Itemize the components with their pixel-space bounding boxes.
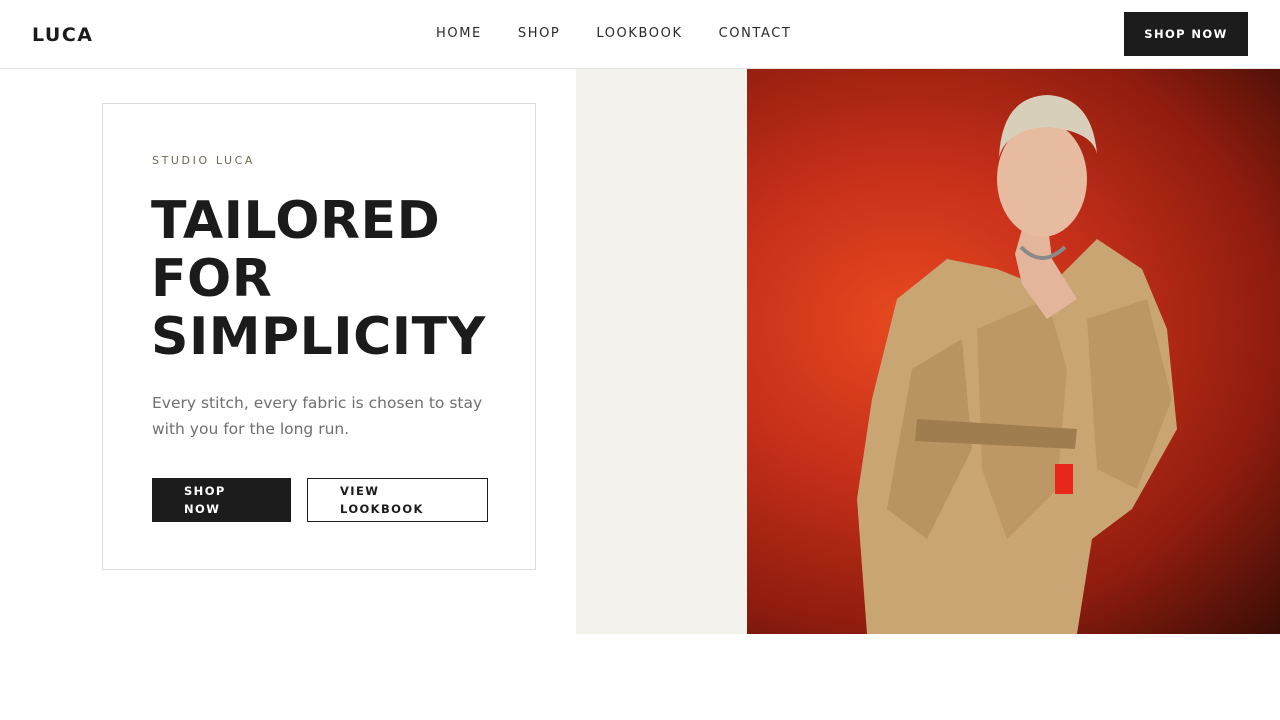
- header-shop-now-button[interactable]: SHOP NOW: [1124, 12, 1248, 56]
- hero-shop-now-button[interactable]: SHOP NOW: [152, 478, 291, 522]
- hero-eyebrow: STUDIO LUCA: [152, 154, 256, 167]
- view-lookbook-button[interactable]: VIEW LOOKBOOK: [307, 478, 488, 522]
- main-nav: HOME SHOP LOOKBOOK CONTACT: [436, 26, 827, 41]
- hero-subtext: Every stitch, every fabric is chosen to …: [152, 394, 483, 438]
- site-header: LUCA HOME SHOP LOOKBOOK CONTACT SHOP NOW: [0, 0, 1280, 69]
- hero-image: [747, 69, 1280, 634]
- headline-line-1: TAILORED: [151, 191, 441, 251]
- nav-item-lookbook[interactable]: LOOKBOOK: [596, 26, 682, 41]
- brand-logo[interactable]: LUCA: [32, 24, 94, 46]
- beige-panel: [576, 69, 747, 634]
- nav-item-home[interactable]: HOME: [436, 26, 482, 41]
- hero-headline: TAILORED FOR SIMPLICITY: [151, 192, 531, 366]
- nav-item-contact[interactable]: CONTACT: [719, 26, 792, 41]
- model-illustration: [857, 95, 1177, 634]
- hero-card: STUDIO LUCA TAILORED FOR SIMPLICITY Ever…: [102, 103, 536, 570]
- headline-line-2: FOR: [151, 249, 273, 309]
- headline-line-3: SIMPLICITY: [151, 307, 486, 367]
- nav-item-shop[interactable]: SHOP: [518, 26, 561, 41]
